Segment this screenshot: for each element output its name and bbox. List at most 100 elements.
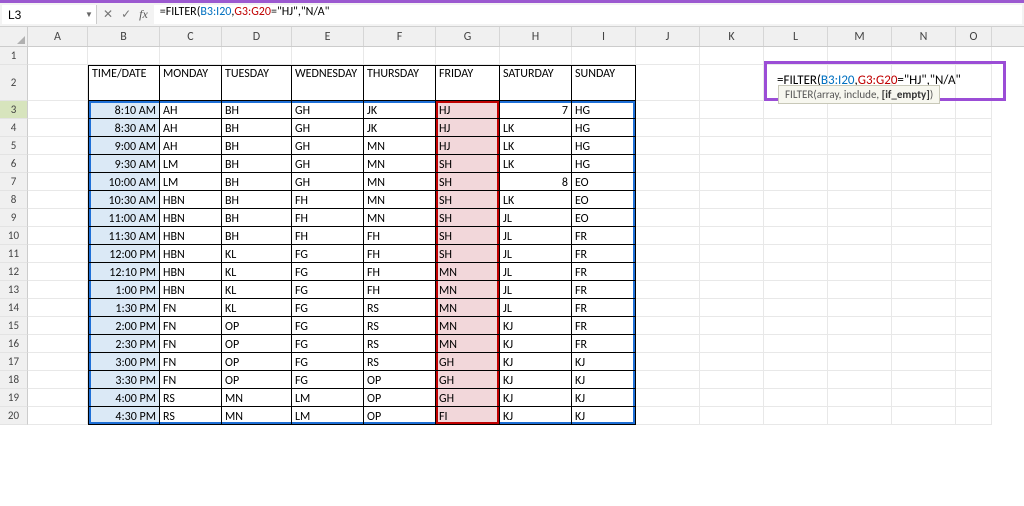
row-header[interactable]: 4 xyxy=(0,119,28,137)
cell[interactable] xyxy=(700,47,764,65)
cell[interactable] xyxy=(892,299,956,317)
cell[interactable]: GH xyxy=(292,155,364,173)
cell[interactable] xyxy=(636,101,700,119)
cell[interactable]: FG xyxy=(292,317,364,335)
cell[interactable] xyxy=(956,299,992,317)
cell[interactable] xyxy=(956,155,992,173)
cell[interactable] xyxy=(28,209,88,227)
cell[interactable]: FN xyxy=(160,335,222,353)
cell[interactable] xyxy=(700,101,764,119)
col-header[interactable]: N xyxy=(892,27,956,46)
cell[interactable] xyxy=(828,227,892,245)
cell[interactable] xyxy=(28,245,88,263)
cell[interactable] xyxy=(828,281,892,299)
cell[interactable] xyxy=(956,245,992,263)
cell[interactable]: MN xyxy=(364,155,436,173)
row-header[interactable]: 5 xyxy=(0,137,28,155)
col-header[interactable]: C xyxy=(160,27,222,46)
cell[interactable]: HJ xyxy=(436,101,500,119)
cell[interactable] xyxy=(892,353,956,371)
cell[interactable] xyxy=(636,263,700,281)
cell[interactable] xyxy=(436,47,500,65)
cell[interactable] xyxy=(636,407,700,425)
cell[interactable] xyxy=(764,119,828,137)
name-box-dropdown-icon[interactable]: ▼ xyxy=(82,10,96,20)
cell[interactable]: EO xyxy=(572,209,636,227)
cell[interactable]: 10:00 AM xyxy=(88,173,160,191)
cell[interactable]: WEDNESDAY xyxy=(292,65,364,101)
cell[interactable]: SH xyxy=(436,245,500,263)
cell[interactable]: AH xyxy=(160,119,222,137)
cell[interactable] xyxy=(828,47,892,65)
cell[interactable] xyxy=(700,155,764,173)
cell[interactable]: FG xyxy=(292,245,364,263)
cell[interactable]: FG xyxy=(292,299,364,317)
cell[interactable]: JK xyxy=(364,119,436,137)
cell[interactable]: 10:30 AM xyxy=(88,191,160,209)
cell[interactable]: SATURDAY xyxy=(500,65,572,101)
cell[interactable] xyxy=(956,317,992,335)
cell[interactable]: LM xyxy=(292,407,364,425)
cell[interactable] xyxy=(636,245,700,263)
cell[interactable] xyxy=(636,371,700,389)
cancel-icon[interactable]: ✕ xyxy=(103,7,113,22)
cell[interactable] xyxy=(28,281,88,299)
cell[interactable] xyxy=(828,353,892,371)
cell[interactable] xyxy=(956,389,992,407)
cell[interactable]: RS xyxy=(364,335,436,353)
cell[interactable]: OP xyxy=(222,353,292,371)
cell[interactable]: JL xyxy=(500,299,572,317)
cell[interactable] xyxy=(892,119,956,137)
select-all-corner[interactable] xyxy=(0,27,28,46)
col-header[interactable]: H xyxy=(500,27,572,46)
cell[interactable] xyxy=(892,389,956,407)
cell[interactable]: FR xyxy=(572,245,636,263)
cell[interactable]: 7 xyxy=(500,101,572,119)
cell[interactable]: FH xyxy=(292,191,364,209)
col-header[interactable]: M xyxy=(828,27,892,46)
cell[interactable] xyxy=(764,281,828,299)
cell[interactable]: KL xyxy=(222,245,292,263)
cell[interactable]: JL xyxy=(500,245,572,263)
cell[interactable] xyxy=(892,281,956,299)
row-header[interactable]: 9 xyxy=(0,209,28,227)
cell[interactable]: GH xyxy=(436,389,500,407)
cell[interactable]: KJ xyxy=(572,407,636,425)
cell[interactable] xyxy=(764,335,828,353)
cell[interactable]: OP xyxy=(364,407,436,425)
cell[interactable] xyxy=(956,227,992,245)
cell[interactable]: BH xyxy=(222,173,292,191)
cell[interactable]: TIME/DATE xyxy=(88,65,160,101)
cell[interactable] xyxy=(956,191,992,209)
cell[interactable] xyxy=(636,155,700,173)
cell[interactable]: HG xyxy=(572,155,636,173)
cell[interactable] xyxy=(764,155,828,173)
cell[interactable] xyxy=(892,155,956,173)
cell[interactable]: MN xyxy=(436,335,500,353)
cell[interactable]: HBN xyxy=(160,245,222,263)
cell[interactable] xyxy=(764,227,828,245)
cell[interactable]: 4:30 PM xyxy=(88,407,160,425)
cell[interactable]: HBN xyxy=(160,263,222,281)
cell[interactable]: SH xyxy=(436,155,500,173)
cell[interactable]: 8:10 AM xyxy=(88,101,160,119)
cell[interactable] xyxy=(828,407,892,425)
cell[interactable]: KL xyxy=(222,263,292,281)
cell[interactable] xyxy=(764,353,828,371)
cell[interactable] xyxy=(636,47,700,65)
cell[interactable] xyxy=(956,137,992,155)
cell[interactable]: JL xyxy=(500,281,572,299)
cell[interactable] xyxy=(828,119,892,137)
cell[interactable]: FI xyxy=(436,407,500,425)
cell[interactable] xyxy=(28,65,88,101)
cell[interactable]: KJ xyxy=(500,317,572,335)
cell[interactable] xyxy=(956,173,992,191)
cell[interactable]: TUESDAY xyxy=(222,65,292,101)
fx-icon[interactable]: fx xyxy=(139,7,148,22)
cell[interactable]: THURSDAY xyxy=(364,65,436,101)
cell[interactable]: 8:30 AM xyxy=(88,119,160,137)
cell[interactable]: FN xyxy=(160,371,222,389)
cell[interactable] xyxy=(828,191,892,209)
cell[interactable] xyxy=(956,335,992,353)
cell[interactable]: FN xyxy=(160,317,222,335)
